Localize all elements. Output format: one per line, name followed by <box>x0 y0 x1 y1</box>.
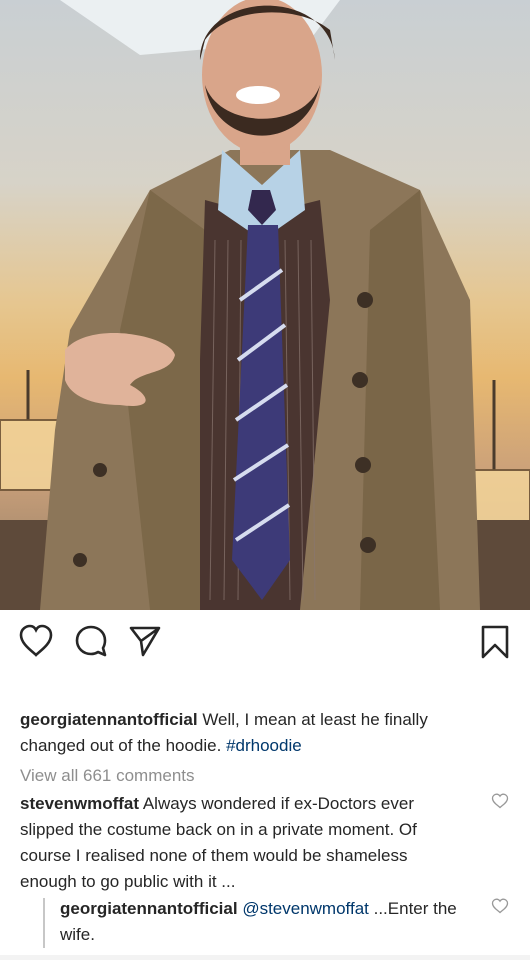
heart-icon[interactable] <box>18 624 54 663</box>
caption-hashtag[interactable]: #drhoodie <box>226 736 302 755</box>
reply-username[interactable]: georgiatennantofficial <box>60 899 238 918</box>
view-all-comments-link[interactable]: View all 661 comments <box>20 763 195 789</box>
paper-plane-icon[interactable] <box>128 624 162 663</box>
comment-username[interactable]: stevenwmoffat <box>20 794 139 813</box>
caption-username[interactable]: georgiatennantofficial <box>20 710 198 729</box>
comment: stevenwmoffat Always wondered if ex-Doct… <box>20 791 465 895</box>
reply-mention[interactable]: @stevenwmoffat <box>242 899 369 918</box>
bookmark-icon[interactable] <box>480 624 510 665</box>
comment-bubble-icon[interactable] <box>74 624 108 663</box>
small-heart-icon[interactable] <box>491 898 509 919</box>
post-action-bar <box>0 612 530 672</box>
reply-thread-line <box>43 898 45 948</box>
post-photo-illustration <box>0 0 530 610</box>
small-heart-icon[interactable] <box>491 793 509 814</box>
post-caption: georgiatennantofficial Well, I mean at l… <box>20 707 490 759</box>
reply-comment: georgiatennantofficial @stevenwmoffat ..… <box>60 896 480 948</box>
post-photo[interactable] <box>0 0 530 610</box>
bottom-divider <box>0 955 530 960</box>
